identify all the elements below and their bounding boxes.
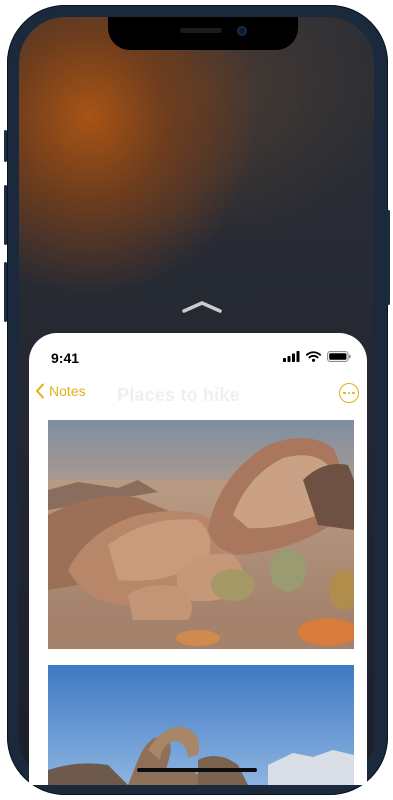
power-button <box>387 210 390 305</box>
note-title: Places to hike <box>117 385 240 405</box>
back-to-notes-button[interactable]: Notes <box>35 383 86 399</box>
chevron-left-icon <box>36 383 44 399</box>
status-bar: 9:41 <box>29 333 367 369</box>
notch <box>108 17 298 50</box>
battery-icon <box>327 351 351 362</box>
speaker-grille <box>180 28 222 33</box>
home-indicator-bar[interactable] <box>137 768 257 772</box>
note-photo-arch[interactable] <box>48 665 354 785</box>
volume-down-button <box>4 262 7 322</box>
status-icons <box>283 351 351 362</box>
note-photo-rocks[interactable] <box>48 420 354 649</box>
action-button <box>4 130 7 162</box>
wifi-icon <box>306 351 321 362</box>
chevron-up-icon[interactable] <box>181 300 223 314</box>
volume-up-button <box>4 185 7 245</box>
back-label: Notes <box>49 383 86 399</box>
notes-nav-bar: Notes Places to hike <box>29 377 367 409</box>
cellular-signal-icon <box>283 351 300 362</box>
front-camera <box>237 26 247 36</box>
ellipsis-circle-icon[interactable] <box>339 383 359 403</box>
status-time: 9:41 <box>51 350 80 366</box>
notes-app-card[interactable]: 9:41 Notes Places to hike <box>29 333 367 785</box>
